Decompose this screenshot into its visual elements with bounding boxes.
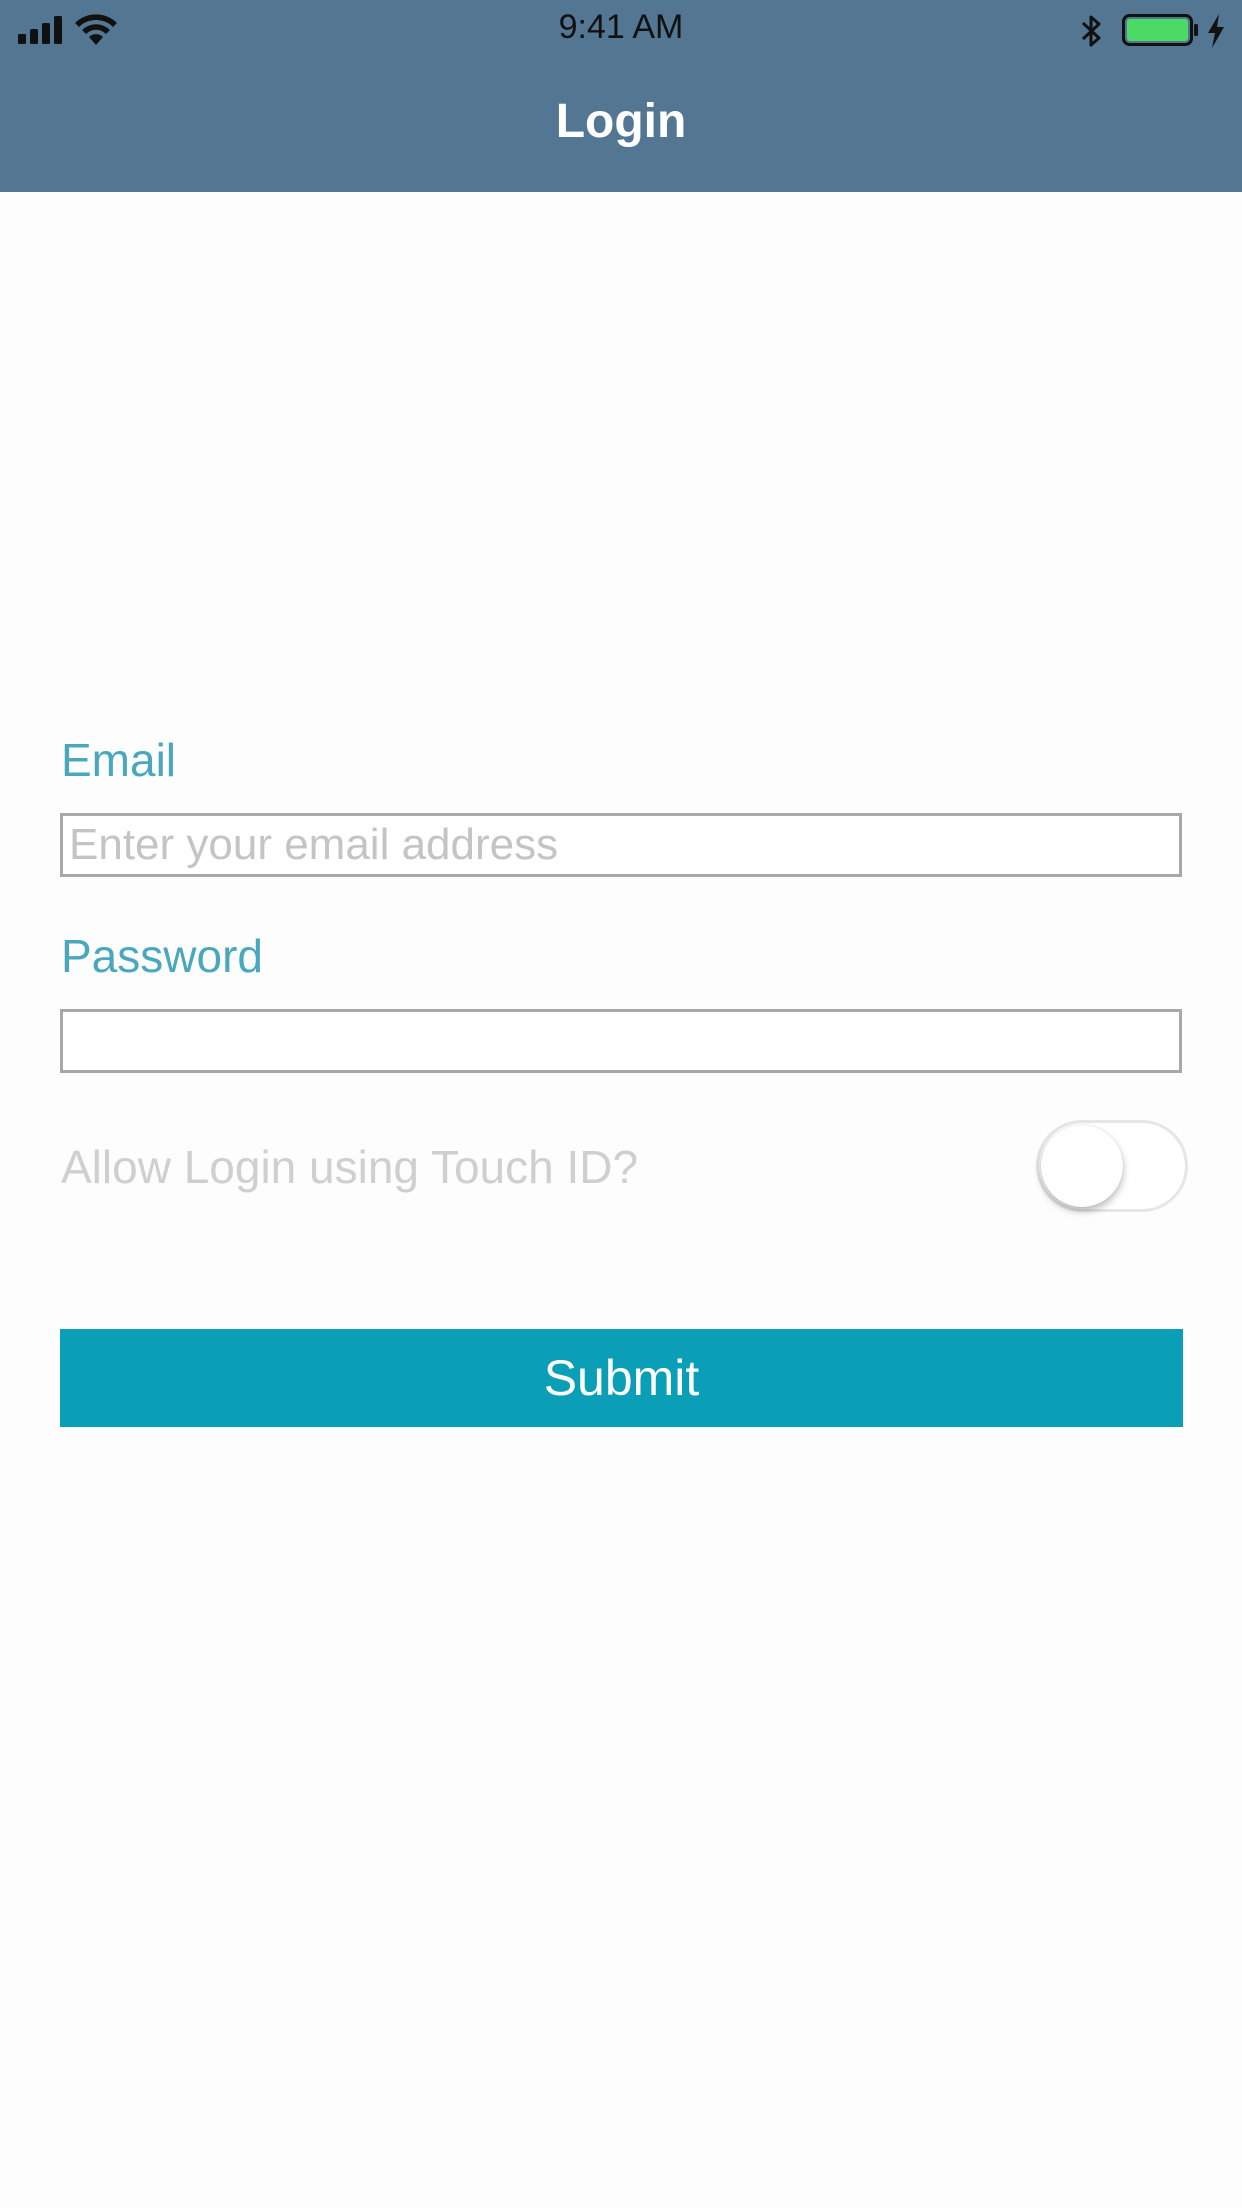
email-field[interactable] [60,813,1182,877]
navigation-bar: 9:41 AM Login [0,0,1242,192]
password-label: Password [61,930,263,982]
toggle-knob [1041,1125,1123,1207]
submit-button[interactable]: Submit [60,1329,1183,1427]
charging-bolt-icon [1208,14,1224,48]
touch-id-label: Allow Login using Touch ID? [61,1141,639,1193]
page-title: Login [555,95,687,148]
login-screen: 9:41 AM Login Email Password Allow Login… [0,0,1242,2208]
status-time: 9:41 AM [558,8,684,46]
password-field[interactable] [60,1009,1182,1073]
battery-icon [1122,14,1198,46]
status-bar: 9:41 AM [0,0,1242,60]
bluetooth-icon [1081,15,1101,47]
email-label: Email [61,734,177,786]
touch-id-toggle[interactable] [1036,1120,1188,1212]
